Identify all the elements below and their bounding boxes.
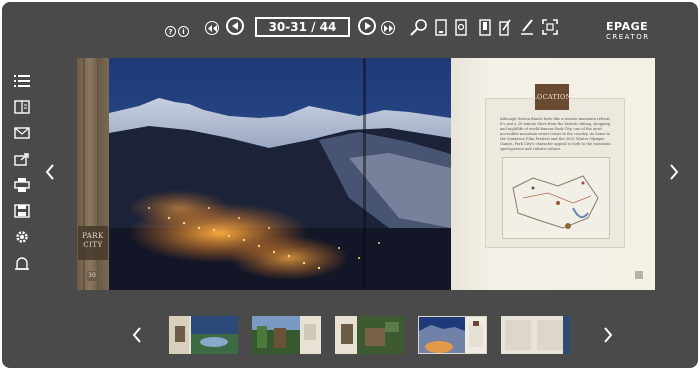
thumbnail-5[interactable] bbox=[501, 316, 570, 354]
brand-logo: EPAGE CREATOR bbox=[606, 20, 650, 41]
book-icon[interactable] bbox=[10, 96, 34, 118]
logo-line2: CREATOR bbox=[606, 33, 650, 41]
page-indicator[interactable]: 30-31 / 44 bbox=[255, 17, 350, 37]
location-card: Although Sutton Ranch feels like a remot… bbox=[485, 98, 625, 248]
location-badge: LOCATION bbox=[532, 84, 571, 110]
info-glyph: i bbox=[182, 27, 185, 36]
single-page-icon[interactable] bbox=[434, 18, 448, 36]
right-page: Although Sutton Ranch feels like a remot… bbox=[451, 58, 655, 290]
logo-line1: EPAGE bbox=[606, 20, 649, 33]
right-page-number-marker bbox=[635, 271, 643, 279]
next-page-icon[interactable] bbox=[358, 17, 376, 35]
thumbnail-4-current[interactable] bbox=[418, 316, 487, 354]
last-page-icon[interactable] bbox=[381, 21, 395, 35]
first-page-icon[interactable] bbox=[205, 21, 219, 35]
thumbnail-3[interactable] bbox=[335, 316, 404, 354]
highlight-icon[interactable] bbox=[519, 18, 535, 36]
help-icon[interactable]: ? bbox=[165, 26, 176, 37]
left-page-number: 30 bbox=[87, 271, 97, 281]
download-icon[interactable] bbox=[10, 200, 34, 222]
park-city-label: PARK CITY bbox=[78, 226, 108, 260]
table-of-contents-icon[interactable] bbox=[10, 70, 34, 92]
thumbs-next-arrow[interactable] bbox=[598, 323, 618, 347]
print-icon[interactable] bbox=[10, 174, 34, 196]
share-icon[interactable] bbox=[10, 148, 34, 170]
annotate-icon[interactable] bbox=[498, 18, 512, 36]
thumbnail-1[interactable] bbox=[169, 316, 238, 354]
wood-strip: PARK CITY 30 bbox=[77, 58, 109, 290]
info-icon[interactable]: i bbox=[178, 26, 189, 37]
prev-spread-arrow[interactable] bbox=[40, 160, 60, 184]
page-search-icon[interactable] bbox=[454, 18, 468, 36]
settings-icon[interactable] bbox=[10, 226, 34, 248]
help-glyph: ? bbox=[168, 27, 173, 36]
zoom-icon[interactable] bbox=[410, 18, 428, 36]
user-icon[interactable] bbox=[10, 252, 34, 274]
sidebar bbox=[10, 70, 34, 270]
book-spread[interactable]: PARK CITY 30 Although Sutton Ranch feels… bbox=[77, 58, 655, 290]
previous-page-icon[interactable] bbox=[226, 17, 244, 35]
fullscreen-icon[interactable] bbox=[541, 18, 559, 36]
location-text: Although Sutton Ranch feels like a remot… bbox=[500, 117, 611, 151]
next-spread-arrow[interactable] bbox=[664, 160, 684, 184]
park-city-night-photo bbox=[109, 58, 451, 290]
thumbnail-2[interactable] bbox=[252, 316, 321, 354]
location-map bbox=[502, 157, 610, 239]
thumbs-prev-arrow[interactable] bbox=[127, 323, 147, 347]
bookmark-icon[interactable] bbox=[478, 18, 492, 36]
email-icon[interactable] bbox=[10, 122, 34, 144]
flipbook-viewer: ? i 30-31 / 44 EPAGE CREATOR PARK CITY 3… bbox=[2, 2, 698, 368]
